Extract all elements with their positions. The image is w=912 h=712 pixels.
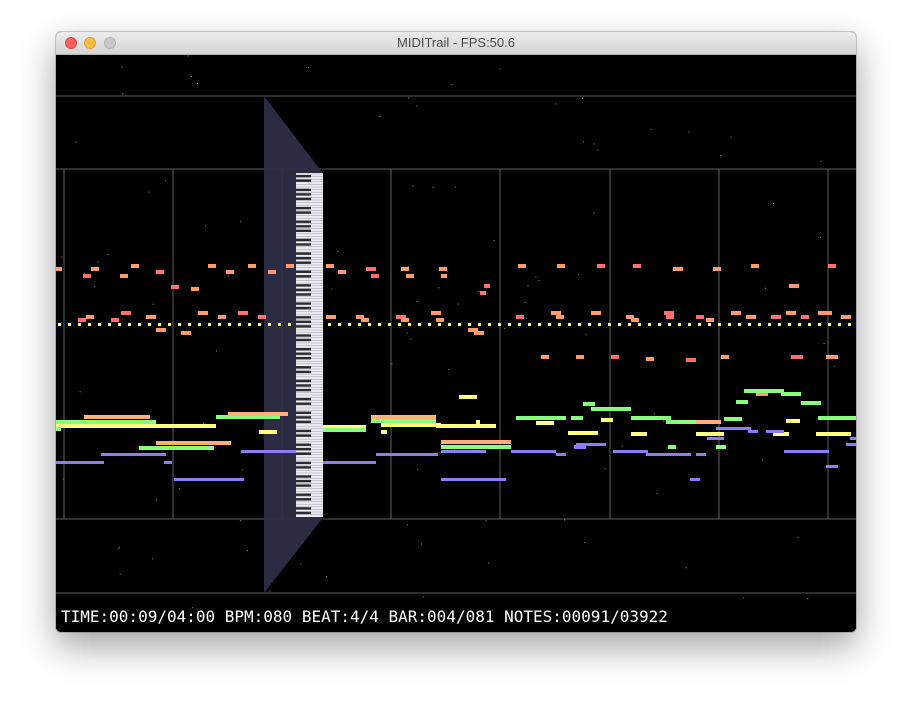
title-bar[interactable]: MIDITrail - FPS:50.6 <box>56 32 856 55</box>
scene-background <box>56 55 856 632</box>
midi-trail-window: MIDITrail - FPS:50.6 TIME:00:09/04:00 BP… <box>56 32 856 632</box>
piano-keyboard-icon <box>296 173 323 517</box>
visualization-scene[interactable] <box>56 55 856 632</box>
window-title: MIDITrail - FPS:50.6 <box>397 35 515 50</box>
status-bar: TIME:00:09/04:00 BPM:080 BEAT:4/4 BAR:00… <box>61 607 668 626</box>
